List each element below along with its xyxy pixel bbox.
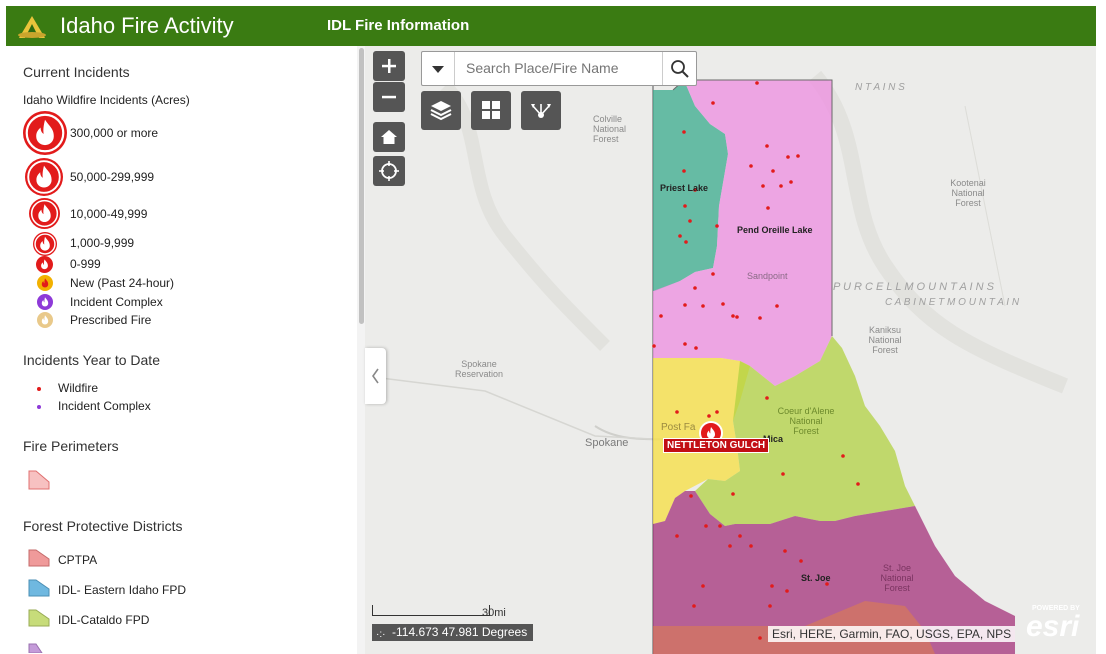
basemap-gallery-button[interactable] (471, 91, 511, 130)
label-priest-lake: Priest Lake (660, 183, 709, 193)
map-view[interactable]: Priest Lake Pend Oreille Lake Mica St. J… (365, 46, 1096, 654)
district-cptpa-label: CPTPA (58, 553, 98, 567)
label-purcell-mountains: P U R C E L L M O U N T A I N S (833, 281, 994, 293)
search-widget (421, 51, 697, 86)
legend-scroll-thumb[interactable] (359, 48, 364, 324)
label-st-joe: St. Joe (801, 573, 831, 583)
chevron-left-icon (372, 368, 379, 384)
coordinate-readout[interactable]: ·:· -114.673 47.981 Degrees (372, 624, 534, 641)
legend-label-10000: 10,000-49,999 (70, 207, 148, 221)
forest-districts-heading: Forest Protective Districts (23, 518, 183, 534)
wildfire-dot-icon (37, 387, 41, 391)
legend-label-50000: 50,000-299,999 (70, 170, 155, 184)
fire-icon-sm (33, 232, 57, 256)
app-title: Idaho Fire Activity (60, 13, 234, 38)
label-coeur-dalene-nf: Coeur d'Alene National Forest (777, 406, 835, 436)
fire-icon-prescribed (37, 312, 53, 328)
scale-bar (372, 605, 490, 616)
label-st-joe-nf: St. Joe National Forest (880, 563, 914, 593)
label-sandpoint: Sandpoint (747, 271, 788, 281)
district-eastern-idaho-label: IDL- Eastern Idaho FPD (58, 583, 187, 597)
coordinate-text: -114.673 47.981 Degrees (392, 625, 528, 639)
fire-perimeters-heading: Fire Perimeters (23, 438, 119, 454)
map-canvas[interactable] (365, 46, 1096, 654)
search-button[interactable] (662, 52, 696, 85)
fire-icon-xs (36, 256, 53, 273)
nettleton-gulch-label[interactable]: NETTLETON GULCH (663, 438, 770, 453)
share-button[interactable] (521, 91, 561, 130)
search-icon (671, 60, 689, 78)
search-source-dropdown[interactable] (422, 52, 455, 85)
esri-logo[interactable]: esri (1026, 610, 1079, 644)
legend-label-prescribed: Prescribed Fire (70, 313, 152, 327)
zoom-out-button[interactable] (373, 82, 405, 112)
label-spokane: Spokane (585, 437, 629, 449)
label-kaniksu-nf: Kaniksu National Forest (868, 325, 902, 355)
cptpa-swatch (28, 549, 50, 567)
zoom-in-button[interactable] (373, 51, 405, 81)
year-to-date-heading: Incidents Year to Date (23, 352, 160, 368)
chevron-down-icon (432, 66, 444, 73)
ytd-complex-label: Incident Complex (58, 399, 151, 413)
cataldo-swatch (28, 609, 50, 627)
incident-complex-dot-icon (37, 405, 41, 409)
label-colville-nf: Colville National Forest (593, 114, 627, 144)
layers-button[interactable] (421, 91, 461, 130)
fire-icon-complex (37, 294, 53, 310)
label-spokane-reservation: Spokane Reservation (454, 359, 504, 379)
fire-icon-md (29, 198, 60, 229)
app-header: Idaho Fire Activity IDL Fire Information (6, 6, 1096, 46)
search-input[interactable] (456, 52, 670, 83)
perimeter-swatch (28, 470, 50, 490)
label-cabinet-mountain: C A B I N E T M O U N T A I N (885, 297, 1020, 308)
scale-label: 30mi (482, 607, 506, 619)
fire-icon-lg (25, 158, 63, 196)
district-cataldo-label: IDL-Cataldo FPD (58, 613, 150, 627)
home-button[interactable] (373, 122, 405, 152)
current-incidents-heading: Current Incidents (23, 64, 130, 80)
share-icon (531, 104, 551, 118)
layers-icon (430, 101, 452, 121)
eastern-idaho-swatch (28, 579, 50, 597)
fire-icon-xl (23, 111, 67, 155)
idl-fire-info-link[interactable]: IDL Fire Information (327, 17, 469, 34)
wildfire-acres-subheading: Idaho Wildfire Incidents (Acres) (23, 93, 190, 107)
collapse-panel-button[interactable] (365, 348, 386, 404)
fire-icon-new (37, 275, 53, 291)
next-district-swatch (28, 640, 50, 654)
map-attribution: Esri, HERE, Garmin, FAO, USGS, EPA, NPS (768, 626, 1016, 642)
label-kootenai-nf: Kootenai National Forest (950, 178, 986, 208)
label-selkirk-mountains: N T A I N S (855, 82, 905, 93)
legend-panel: Current Incidents Idaho Wildfire Inciden… (6, 46, 361, 654)
legend-label-complex: Incident Complex (70, 295, 163, 309)
legend-label-0-999: 0-999 (70, 257, 101, 271)
ytd-wildfire-label: Wildfire (58, 381, 99, 395)
legend-label-300000: 300,000 or more (70, 126, 159, 140)
legend-label-1000: 1,000-9,999 (70, 236, 135, 250)
label-post-falls: Post Fa (661, 422, 696, 433)
idaho-logo-icon (16, 12, 48, 40)
label-pend-oreille: Pend Oreille Lake (737, 225, 813, 235)
locate-button[interactable] (373, 156, 405, 186)
crosshair-icon: ·:· (376, 629, 386, 640)
grid-icon (482, 101, 500, 119)
legend-label-new: New (Past 24-hour) (70, 276, 175, 290)
